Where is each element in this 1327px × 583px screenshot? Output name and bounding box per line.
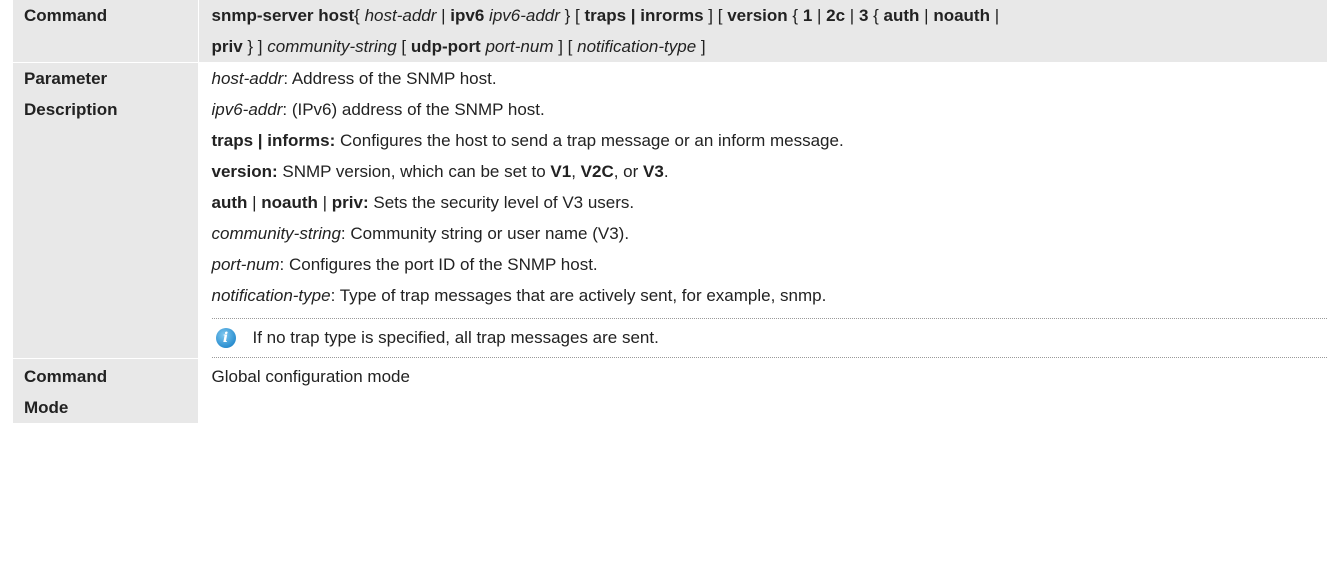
plain-text: | (919, 6, 934, 25)
argument-text: ipv6-addr (489, 6, 560, 25)
parameter-label-line-1: Parameter (24, 69, 108, 88)
keyword-text: V3 (643, 162, 664, 181)
argument-text: port-num (485, 37, 554, 56)
plain-text: : Address of the SNMP host. (283, 69, 497, 88)
plain-text: : (IPv6) address of the SNMP host. (282, 100, 545, 119)
parameter-line: host-addr: Address of the SNMP host. (212, 63, 1327, 94)
info-icon: i (215, 328, 236, 348)
argument-text: port-num (211, 255, 280, 274)
command-mode-label-cell: Command Mode (13, 358, 198, 423)
plain-text: ] [ (703, 6, 728, 25)
parameter-line: traps | informs: Configures the host to … (212, 125, 1327, 156)
keyword-text: V1 (550, 162, 572, 181)
keyword-text: ipv6 (450, 6, 485, 25)
parameter-line: community-string: Community string or us… (212, 218, 1327, 249)
argument-text: notification-type (577, 37, 697, 56)
command-label: Command (24, 6, 108, 25)
keyword-text: priv: (331, 193, 369, 212)
plain-text: [ (396, 37, 411, 56)
command-syntax-cell: snmp-server host{ host-addr | ipv6 ipv6-… (197, 0, 1327, 63)
argument-text: host-addr (364, 6, 437, 25)
keyword-text: version: (211, 162, 278, 181)
command-mode-label-line-2: Mode (24, 398, 69, 417)
keyword-text: traps | inrorms (584, 6, 704, 25)
command-syntax-line-1: snmp-server host{ host-addr | ipv6 ipv6-… (212, 0, 1327, 31)
parameter-list: host-addr: Address of the SNMP host. ipv6… (212, 63, 1327, 311)
keyword-text: udp-port (410, 37, 481, 56)
plain-text: } [ (559, 6, 585, 25)
keyword-text: traps | informs: (211, 131, 336, 150)
keyword-text: V2C (580, 162, 614, 181)
keyword-text: priv (211, 37, 243, 56)
parameter-line: ipv6-addr: (IPv6) address of the SNMP ho… (212, 94, 1327, 125)
argument-text: host-addr (211, 69, 284, 88)
keyword-text: noauth (933, 6, 990, 25)
plain-text: | (845, 6, 859, 25)
parameter-description-cell: host-addr: Address of the SNMP host. ipv6… (197, 62, 1327, 359)
plain-text: , or (613, 162, 644, 181)
parameter-label-line-2: Description (24, 100, 118, 119)
command-syntax-line-2: priv } ] community-string [ udp-port por… (212, 31, 1327, 62)
parameter-line: port-num: Configures the port ID of the … (212, 249, 1327, 280)
parameter-line: version: SNMP version, which can be set … (212, 156, 1327, 187)
command-row: Command snmp-server host{ host-addr | ip… (13, 0, 1327, 63)
note-text: If no trap type is specified, all trap m… (252, 328, 659, 347)
parameter-line: auth | noauth | priv: Sets the security … (212, 187, 1327, 218)
plain-text: | (247, 193, 262, 212)
plain-text: | (989, 6, 1000, 25)
keyword-text: noauth (261, 193, 318, 212)
argument-text: ipv6-addr (211, 100, 283, 119)
plain-text: } ] (242, 37, 268, 56)
parameter-label-cell: Parameter Description (13, 62, 198, 359)
plain-text: , (571, 162, 581, 181)
keyword-text: 1 (802, 6, 813, 25)
keyword-text: auth (211, 193, 248, 212)
plain-text: Configures the host to send a trap messa… (335, 131, 844, 150)
plain-text: { (354, 6, 365, 25)
plain-text: . (663, 162, 669, 181)
plain-text: ] (696, 37, 706, 56)
plain-text: SNMP version, which can be set to (277, 162, 551, 181)
command-mode-value: Global configuration mode (211, 367, 410, 386)
plain-text: Sets the security level of V3 users. (368, 193, 635, 212)
keyword-text: snmp-server host (211, 6, 355, 25)
keyword-text: version (727, 6, 788, 25)
parameter-description-row: Parameter Description host-addr: Address… (13, 62, 1327, 359)
parameter-line: notification-type: Type of trap messages… (212, 280, 1327, 311)
command-mode-row: Command Mode Global configuration mode (13, 358, 1327, 423)
command-reference-table: Command snmp-server host{ host-addr | ip… (13, 0, 1327, 423)
plain-text: | (317, 193, 332, 212)
plain-text: ] [ (553, 37, 578, 56)
plain-text: : Type of trap messages that are activel… (330, 286, 827, 305)
keyword-text: auth (883, 6, 920, 25)
plain-text: : Community string or user name (V3). (340, 224, 630, 243)
command-mode-label-line-1: Command (24, 367, 108, 386)
argument-text: community-string (211, 224, 341, 243)
command-mode-value-cell: Global configuration mode (197, 358, 1327, 423)
argument-text: community-string (267, 37, 397, 56)
command-label-cell: Command (13, 0, 198, 63)
plain-text: : Configures the port ID of the SNMP hos… (279, 255, 598, 274)
plain-text: { (787, 6, 803, 25)
plain-text: { (868, 6, 884, 25)
plain-text: | (812, 6, 827, 25)
argument-text: notification-type (211, 286, 331, 305)
note-box: i If no trap type is specified, all trap… (211, 318, 1327, 358)
plain-text: | (436, 6, 451, 25)
keyword-text: 2c (826, 6, 846, 25)
keyword-text: 3 (858, 6, 869, 25)
